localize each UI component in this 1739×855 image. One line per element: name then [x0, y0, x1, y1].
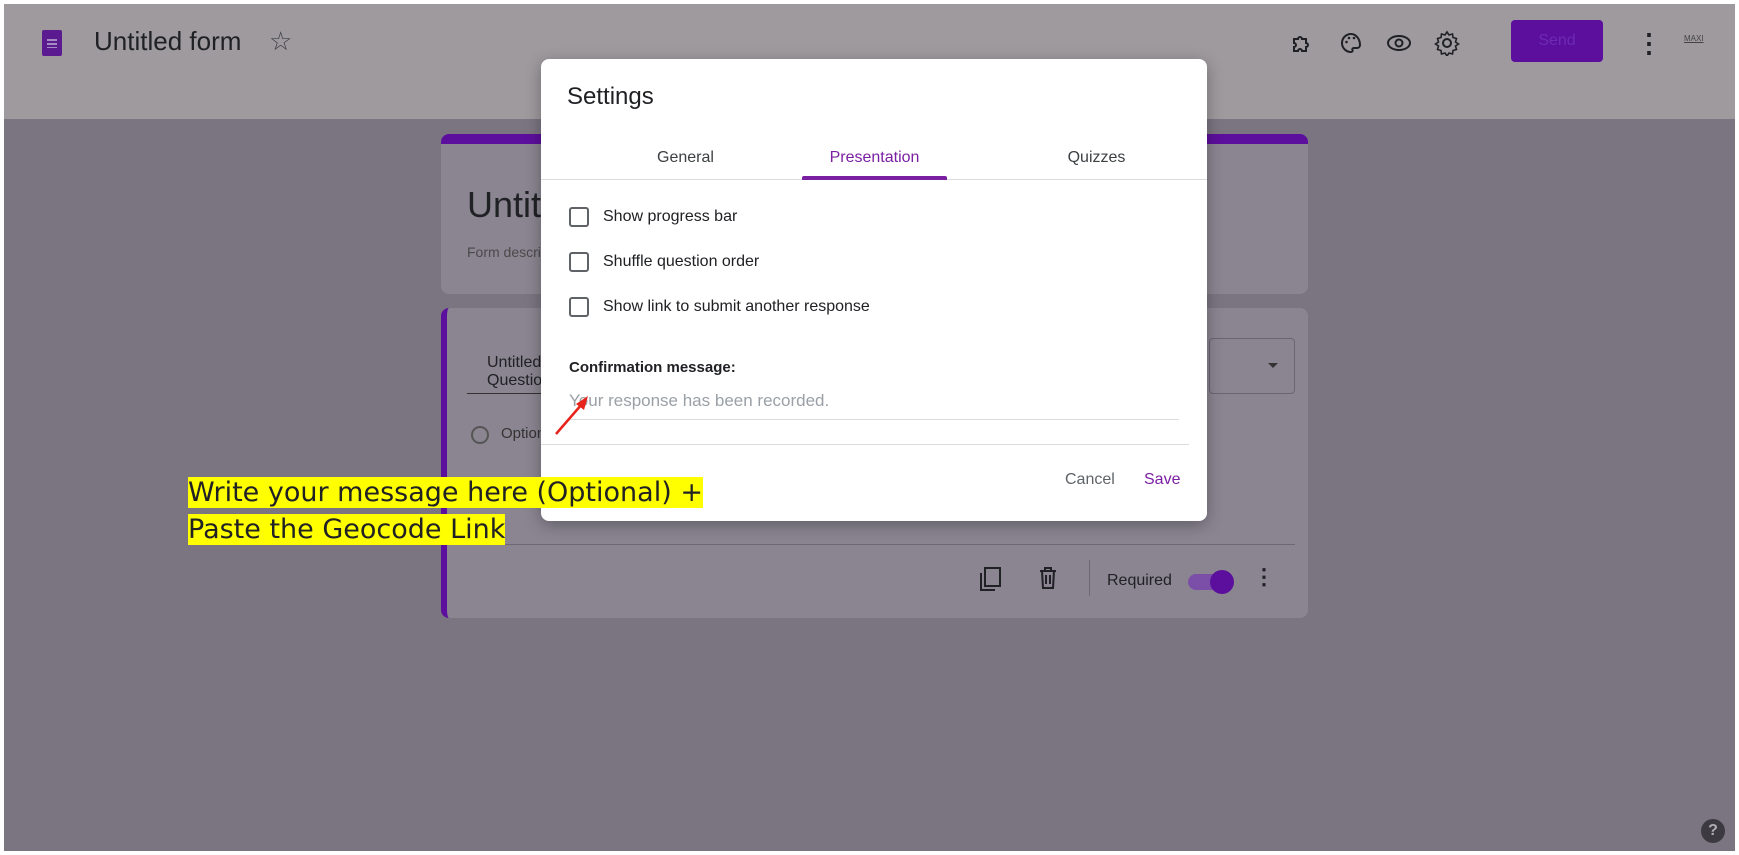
send-button[interactable]: Send: [1511, 20, 1603, 62]
more-vert-icon[interactable]: ⋮: [1253, 564, 1275, 590]
dialog-title: Settings: [567, 83, 654, 110]
checkbox[interactable]: [569, 252, 589, 272]
checkbox-shuffle-question-order[interactable]: Shuffle question order: [569, 250, 759, 274]
save-button[interactable]: Save: [1144, 471, 1180, 489]
checkbox[interactable]: [569, 297, 589, 317]
delete-icon[interactable]: [1037, 566, 1061, 592]
annotation-callout: Write your message here (Optional) + Pas…: [188, 474, 703, 548]
checkbox-label: Show progress bar: [603, 208, 738, 225]
checkbox-label: Shuffle question order: [603, 253, 760, 270]
checkbox[interactable]: [569, 207, 589, 227]
forms-doc-icon[interactable]: [42, 30, 62, 56]
option-radio: [471, 426, 489, 444]
star-icon[interactable]: ☆: [269, 26, 292, 57]
checkbox-show-link-another-response[interactable]: Show link to submit another response: [569, 295, 870, 319]
settings-dialog: Settings General Presentation Quizzes Sh…: [541, 59, 1207, 521]
tab-presentation[interactable]: Presentation: [802, 137, 947, 179]
annotation-arrow: [555, 396, 588, 435]
active-tab-indicator: [802, 176, 947, 180]
settings-tabs: General Presentation Quizzes: [541, 137, 1207, 180]
required-label: Required: [1107, 572, 1172, 589]
addon-icon[interactable]: [1287, 28, 1317, 58]
form-name[interactable]: Untitled form: [94, 26, 241, 57]
settings-gear-icon[interactable]: [1432, 28, 1462, 58]
app-window: Untitled form ☆ Send ⋮ MAXI Untitled for…: [4, 4, 1735, 851]
confirmation-message-input[interactable]: [569, 391, 1179, 411]
preview-eye-icon[interactable]: [1384, 28, 1414, 58]
confirmation-message-label: Confirmation message:: [569, 359, 736, 376]
duplicate-icon[interactable]: [979, 566, 1003, 592]
cancel-button[interactable]: Cancel: [1065, 471, 1115, 489]
account-avatar[interactable]: MAXI: [1684, 34, 1704, 43]
more-vert-icon[interactable]: ⋮: [1636, 28, 1662, 59]
confirmation-message-field[interactable]: [569, 391, 1179, 420]
checkbox-show-progress-bar[interactable]: Show progress bar: [569, 205, 737, 229]
question-type-select[interactable]: [1209, 338, 1295, 394]
chevron-down-icon: [1268, 363, 1278, 368]
annotation-line-1: Write your message here (Optional) +: [188, 477, 703, 508]
divider: [541, 444, 1189, 445]
checkbox-label: Show link to submit another response: [603, 298, 870, 315]
tab-general[interactable]: General: [613, 137, 758, 179]
tab-quizzes[interactable]: Quizzes: [1024, 137, 1169, 179]
annotation-line-2: Paste the Geocode Link: [188, 514, 506, 545]
palette-icon[interactable]: [1336, 28, 1366, 58]
help-icon[interactable]: ?: [1701, 819, 1725, 843]
required-toggle-knob[interactable]: [1210, 570, 1234, 594]
divider: [1089, 560, 1090, 596]
question-title-field[interactable]: Untitled Question: [467, 338, 551, 394]
